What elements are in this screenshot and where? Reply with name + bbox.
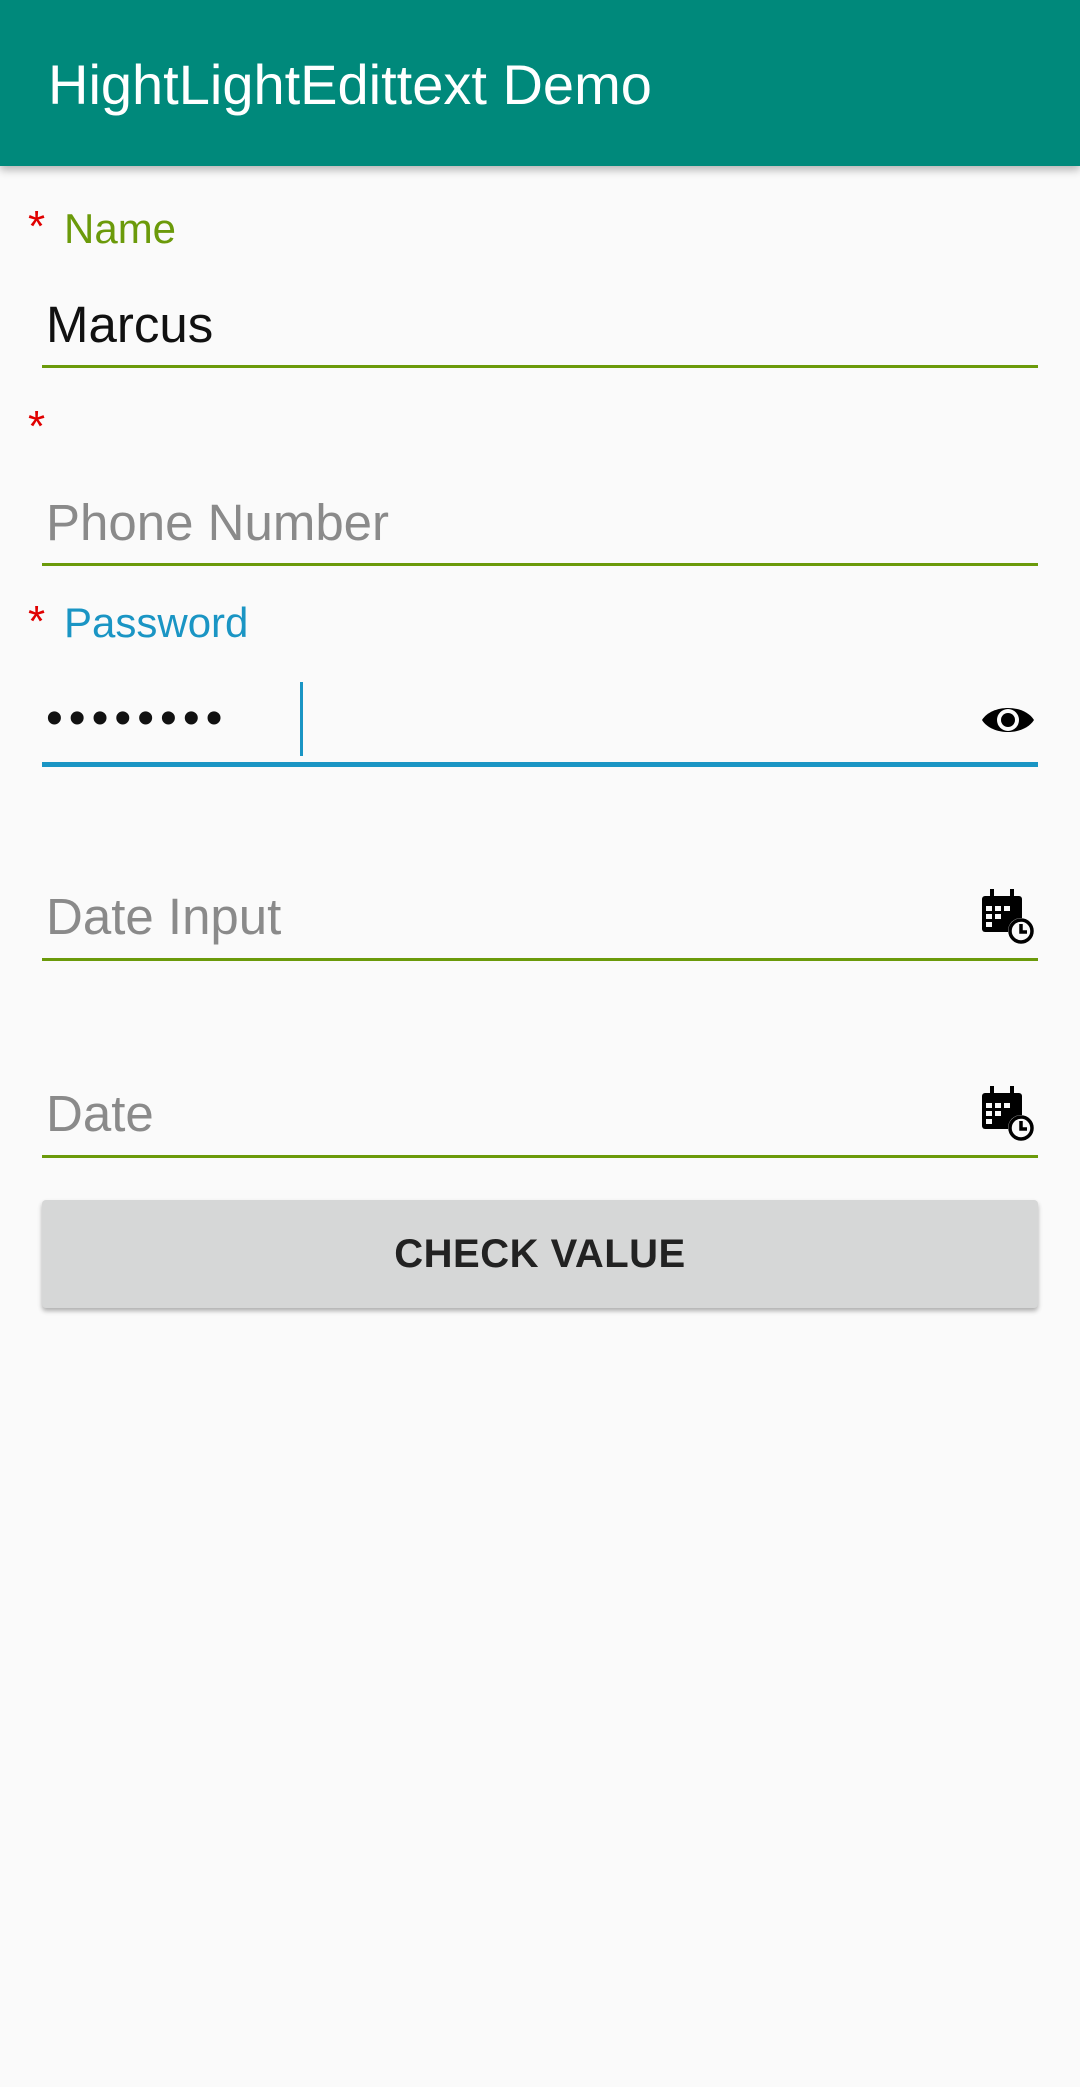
date-field[interactable]: Date	[42, 1077, 1038, 1159]
password-value: ••••••••	[46, 692, 229, 745]
password-field[interactable]: ••••••••	[42, 680, 1038, 768]
calendar-clock-icon[interactable]	[980, 888, 1036, 946]
date-input-field[interactable]: Date Input	[42, 880, 1038, 962]
phone-placeholder: Phone Number	[46, 494, 390, 551]
password-underline	[42, 762, 1038, 767]
date-placeholder: Date	[46, 1085, 154, 1142]
app-bar: HightLightEdittext Demo	[0, 0, 1080, 166]
check-value-button[interactable]: CHECK VALUE	[42, 1200, 1038, 1308]
date-input-underline	[42, 958, 1038, 961]
required-marker: *	[28, 597, 46, 646]
text-cursor	[300, 682, 303, 756]
name-field[interactable]: Marcus	[42, 288, 1038, 368]
required-marker: *	[28, 402, 46, 451]
phone-underline	[42, 563, 1038, 566]
required-marker: *	[28, 202, 46, 251]
calendar-clock-icon[interactable]	[980, 1085, 1036, 1143]
name-underline	[42, 365, 1038, 368]
date-underline	[42, 1155, 1038, 1158]
app-title: HightLightEdittext Demo	[48, 53, 652, 116]
name-label: Name	[64, 205, 177, 252]
eye-icon[interactable]	[980, 700, 1036, 740]
phone-number-field[interactable]: Phone Number	[42, 486, 1038, 566]
password-label: Password	[64, 599, 249, 646]
name-value: Marcus	[46, 296, 214, 353]
date-input-placeholder: Date Input	[46, 888, 282, 945]
